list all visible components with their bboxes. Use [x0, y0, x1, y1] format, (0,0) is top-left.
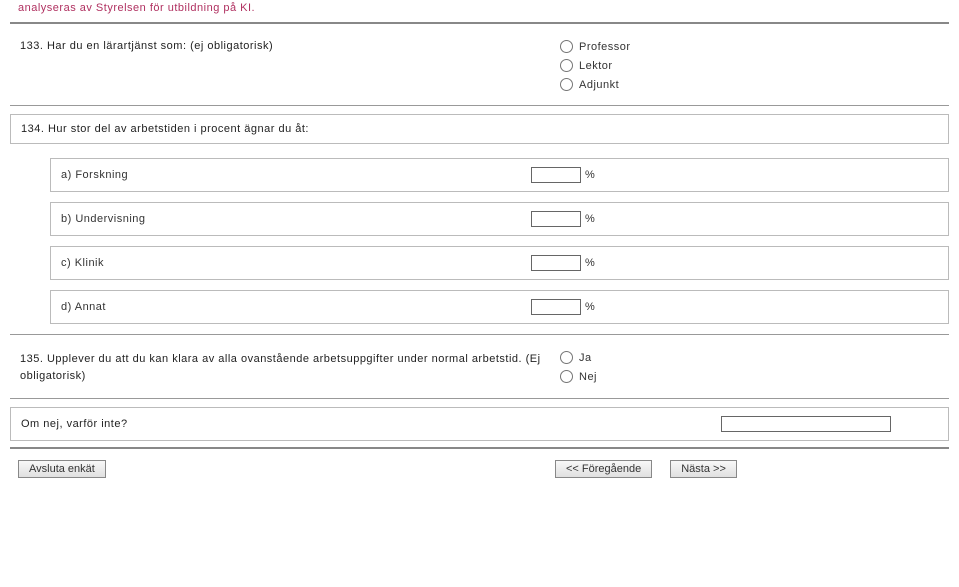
q134-forskning-unit: % — [585, 169, 595, 181]
question-135-label: 135. Upplever du att du kan klara av all… — [20, 351, 560, 384]
question-133-label: 133. Har du en lärartjänst som: (ej obli… — [20, 40, 560, 52]
option-lektor-label: Lektor — [579, 60, 613, 72]
prev-button[interactable]: << Föregående — [555, 460, 652, 478]
end-survey-button[interactable]: Avsluta enkät — [18, 460, 106, 478]
q134-item-undervisning: b) Undervisning % — [50, 202, 949, 236]
next-button[interactable]: Nästa >> — [670, 460, 737, 478]
q134-item-annat: d) Annat % — [50, 290, 949, 324]
question-135-options: Ja Nej — [560, 351, 597, 383]
divider — [10, 447, 949, 449]
radio-ja[interactable] — [560, 351, 573, 364]
divider — [10, 22, 949, 24]
q134-klinik-input[interactable] — [531, 255, 581, 271]
radio-professor[interactable] — [560, 40, 573, 53]
option-adjunkt-label: Adjunkt — [579, 79, 619, 91]
question-followup-input[interactable] — [721, 416, 891, 432]
q134-annat-unit: % — [585, 301, 595, 313]
option-professor-label: Professor — [579, 41, 631, 53]
divider — [10, 105, 949, 106]
radio-lektor[interactable] — [560, 59, 573, 72]
page-header-truncated: analyseras av Styrelsen för utbildning p… — [10, 0, 949, 20]
option-adjunkt[interactable]: Adjunkt — [560, 78, 631, 91]
footer-nav: Avsluta enkät << Föregående Nästa >> — [10, 457, 949, 481]
option-ja[interactable]: Ja — [560, 351, 597, 364]
divider — [10, 334, 949, 335]
q134-annat-label: d) Annat — [61, 301, 531, 313]
question-followup: Om nej, varför inte? — [10, 407, 949, 441]
option-ja-label: Ja — [579, 352, 592, 364]
option-nej-label: Nej — [579, 371, 597, 383]
question-133: 133. Har du en lärartjänst som: (ej obli… — [10, 32, 949, 99]
q134-undervisning-unit: % — [585, 213, 595, 225]
q134-klinik-label: c) Klinik — [61, 257, 531, 269]
question-134-label: 134. Hur stor del av arbetstiden i proce… — [21, 123, 561, 135]
q134-annat-input[interactable] — [531, 299, 581, 315]
q134-item-forskning: a) Forskning % — [50, 158, 949, 192]
q134-klinik-unit: % — [585, 257, 595, 269]
radio-adjunkt[interactable] — [560, 78, 573, 91]
question-followup-label: Om nej, varför inte? — [21, 418, 721, 430]
option-nej[interactable]: Nej — [560, 370, 597, 383]
q134-undervisning-label: b) Undervisning — [61, 213, 531, 225]
question-134-items: a) Forskning % b) Undervisning % c) Klin… — [50, 158, 949, 324]
question-134: 134. Hur stor del av arbetstiden i proce… — [10, 114, 949, 144]
q134-forskning-input[interactable] — [531, 167, 581, 183]
radio-nej[interactable] — [560, 370, 573, 383]
q134-item-klinik: c) Klinik % — [50, 246, 949, 280]
q134-undervisning-input[interactable] — [531, 211, 581, 227]
option-lektor[interactable]: Lektor — [560, 59, 631, 72]
divider — [10, 398, 949, 399]
question-133-options: Professor Lektor Adjunkt — [560, 40, 631, 91]
q134-forskning-label: a) Forskning — [61, 169, 531, 181]
question-135: 135. Upplever du att du kan klara av all… — [10, 343, 949, 392]
option-professor[interactable]: Professor — [560, 40, 631, 53]
